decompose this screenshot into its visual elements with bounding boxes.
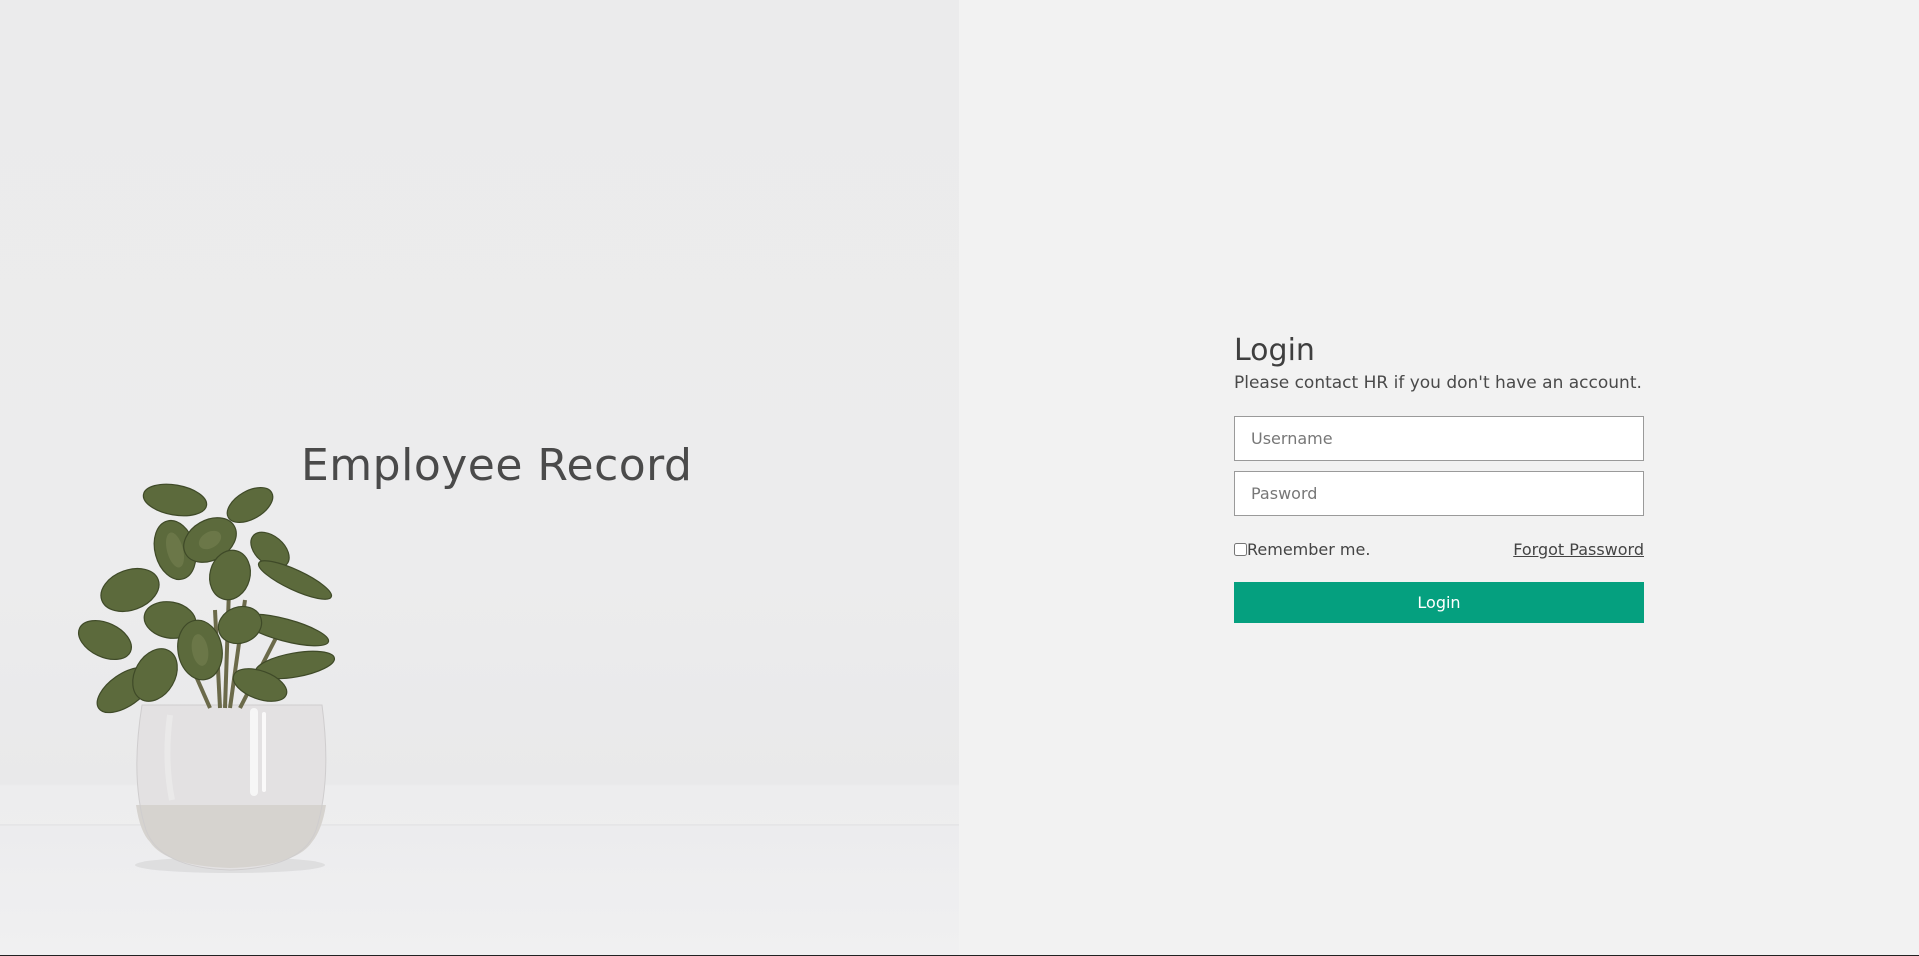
username-input[interactable]: [1234, 416, 1644, 461]
hero-panel: Employee Record: [0, 0, 959, 956]
app-title: Employee Record: [301, 440, 693, 491]
remember-me-checkbox[interactable]: [1234, 542, 1247, 556]
potted-plant-image: [78, 483, 336, 873]
forgot-password-link[interactable]: Forgot Password: [1513, 540, 1644, 559]
remember-me-label: Remember me.: [1247, 539, 1371, 559]
login-subtitle: Please contact HR if you don't have an a…: [1234, 373, 1642, 393]
login-button[interactable]: Login: [1234, 582, 1644, 623]
password-input[interactable]: [1234, 471, 1644, 516]
login-panel: Login Please contact HR if you don't hav…: [959, 0, 1919, 956]
login-page: Employee Record Login Please contact HR …: [0, 0, 1919, 956]
remember-me[interactable]: Remember me.: [1234, 540, 1370, 559]
login-form: Login Please contact HR if you don't hav…: [1234, 330, 1644, 623]
login-options: Remember me. Forgot Password: [1234, 538, 1644, 560]
login-heading: Login: [1234, 333, 1315, 368]
